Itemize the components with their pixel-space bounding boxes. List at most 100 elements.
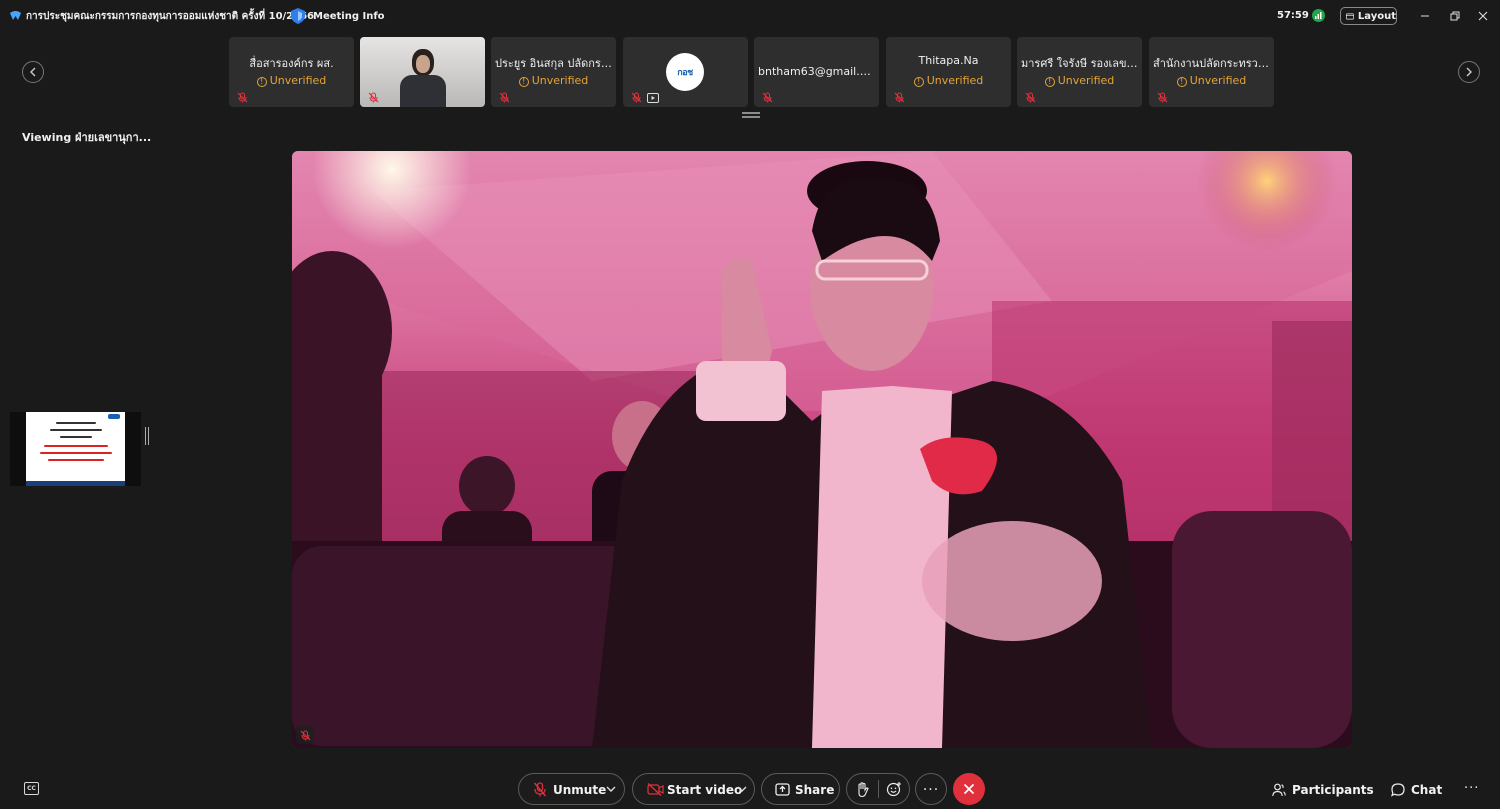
- mic-off-icon: [368, 92, 379, 103]
- unverified-label: Unverified: [269, 74, 327, 87]
- participant-name: สำนักงานปลัดกระทรวง...: [1153, 57, 1270, 70]
- participant-name: bntham63@gmail.com: [758, 65, 875, 78]
- slide-footer: [26, 481, 125, 486]
- closed-caption-icon[interactable]: CC: [24, 782, 39, 795]
- reactions-group: [846, 773, 910, 805]
- slide-text-line: [48, 459, 104, 461]
- layout-label: Layout: [1357, 10, 1396, 22]
- unverified-label: Unverified: [926, 74, 984, 87]
- overflow-menu-button[interactable]: ...: [1464, 776, 1480, 796]
- slide-text-line: [60, 436, 92, 438]
- participant-video-face: [416, 55, 430, 73]
- unverified-badge: ! Unverified: [886, 74, 1011, 87]
- slide-logo: [108, 414, 120, 419]
- more-label: ...: [922, 778, 940, 794]
- more-button[interactable]: ...: [915, 773, 947, 805]
- layout-icon: [1346, 13, 1354, 19]
- viewing-label: Viewing ฝ่ายเลขานุกา...: [22, 131, 152, 144]
- participants-label: Participants: [1292, 783, 1374, 797]
- chat-button[interactable]: Chat: [1391, 781, 1442, 799]
- mic-off-icon: [1025, 92, 1036, 103]
- unverified-badge: ! Unverified: [1017, 74, 1142, 87]
- divider: [878, 780, 879, 798]
- cc-label: CC: [27, 785, 36, 792]
- main-video-feed: [292, 151, 1352, 748]
- shield-icon: [291, 8, 305, 24]
- mic-off-icon: [237, 92, 248, 103]
- close-icon[interactable]: [1475, 8, 1491, 24]
- unverified-label: Unverified: [531, 74, 589, 87]
- signal-icon[interactable]: [1312, 9, 1325, 22]
- chevron-down-icon[interactable]: [737, 785, 747, 793]
- participant-tile[interactable]: bntham63@gmail.com: [754, 37, 879, 107]
- warning-icon: !: [1044, 77, 1055, 87]
- warning-icon: !: [518, 77, 529, 87]
- slide-text-line: [50, 429, 102, 431]
- participant-tile[interactable]: สำนักงานปลัดกระทรวง... ! Unverified: [1149, 37, 1274, 107]
- chat-label: Chat: [1411, 783, 1443, 797]
- mic-off-icon: [762, 92, 773, 103]
- strip-prev-button[interactable]: [22, 61, 44, 83]
- share-icon: [775, 783, 790, 796]
- end-call-button[interactable]: [953, 773, 985, 805]
- chevron-down-icon[interactable]: [606, 785, 616, 793]
- title-bar: การประชุมคณะกรรมการกองทุนการออมแห่งชาติ …: [0, 0, 1500, 32]
- strip-next-button[interactable]: [1458, 61, 1480, 83]
- shared-slide-preview: [26, 412, 125, 486]
- chevron-right-icon: [1466, 67, 1472, 77]
- participant-tile-video[interactable]: [360, 37, 485, 107]
- strip-resize-handle[interactable]: [742, 112, 760, 118]
- unmute-label: Unmute: [553, 783, 607, 797]
- participants-icon: [1272, 783, 1286, 797]
- layout-button[interactable]: Layout: [1340, 7, 1397, 25]
- participant-tile[interactable]: มารศรี ใจรังษี รองเลขา... ! Unverified: [1017, 37, 1142, 107]
- participant-tile[interactable]: สื่อสารองค์กร ผส. ! Unverified: [229, 37, 354, 107]
- speaker-video-frame: [292, 151, 1352, 748]
- mic-off-icon: [1157, 92, 1168, 103]
- meeting-info-button[interactable]: Meeting Info: [290, 6, 385, 26]
- participant-tile[interactable]: ประยูร อินสกุล ปลัดกระ... ! Unverified: [491, 37, 616, 107]
- video-off-icon: [647, 783, 664, 796]
- start-video-label: Start video: [667, 783, 743, 797]
- mic-off-icon: [499, 92, 510, 103]
- window-title: การประชุมคณะกรรมการกองทุนการออมแห่งชาติ …: [26, 11, 315, 22]
- warning-icon: !: [1176, 77, 1187, 87]
- participant-name: สื่อสารองค์กร ผส.: [249, 57, 334, 70]
- emoji-icon[interactable]: [886, 781, 902, 797]
- unverified-label: Unverified: [1057, 74, 1115, 87]
- shared-content-thumbnail[interactable]: [10, 412, 141, 486]
- minimize-icon[interactable]: [1417, 8, 1433, 24]
- mic-off-icon: [894, 92, 905, 103]
- logo-text: กอช: [677, 68, 693, 78]
- unverified-badge: ! Unverified: [1149, 74, 1274, 87]
- speaker-mic-off-icon: [296, 726, 314, 744]
- meeting-timer: 57:59: [1277, 10, 1309, 21]
- mic-off-icon: [533, 782, 547, 797]
- share-button[interactable]: Share: [761, 773, 840, 805]
- mic-off-icon: [631, 92, 642, 103]
- meeting-info-label: Meeting Info: [313, 10, 385, 22]
- participant-tile-logo[interactable]: กอช: [623, 37, 748, 107]
- participant-tile[interactable]: Thitapa.Na ! Unverified: [886, 37, 1011, 107]
- unverified-badge: ! Unverified: [491, 74, 616, 87]
- app-logo-icon: [10, 11, 21, 20]
- unverified-label: Unverified: [1189, 74, 1247, 87]
- warning-icon: !: [913, 77, 924, 87]
- slide-text-line: [44, 445, 108, 447]
- end-call-icon: [963, 783, 975, 795]
- chevron-left-icon: [30, 67, 36, 77]
- participant-name: มารศรี ใจรังษี รองเลขา...: [1021, 57, 1138, 70]
- overflow-label: ...: [1464, 776, 1480, 792]
- camera-icon: [647, 93, 659, 103]
- restore-icon[interactable]: [1447, 8, 1463, 24]
- raise-hand-icon[interactable]: [856, 782, 870, 798]
- unverified-badge: ! Unverified: [229, 74, 354, 87]
- unmute-button[interactable]: Unmute: [518, 773, 625, 805]
- chat-icon: [1391, 783, 1405, 797]
- start-video-button[interactable]: Start video: [632, 773, 755, 805]
- participant-name: Thitapa.Na: [918, 54, 979, 67]
- participants-button[interactable]: Participants: [1272, 781, 1374, 799]
- participant-video-body: [400, 75, 446, 107]
- slide-text-line: [40, 452, 112, 454]
- thumbnail-resize-handle[interactable]: [145, 427, 149, 445]
